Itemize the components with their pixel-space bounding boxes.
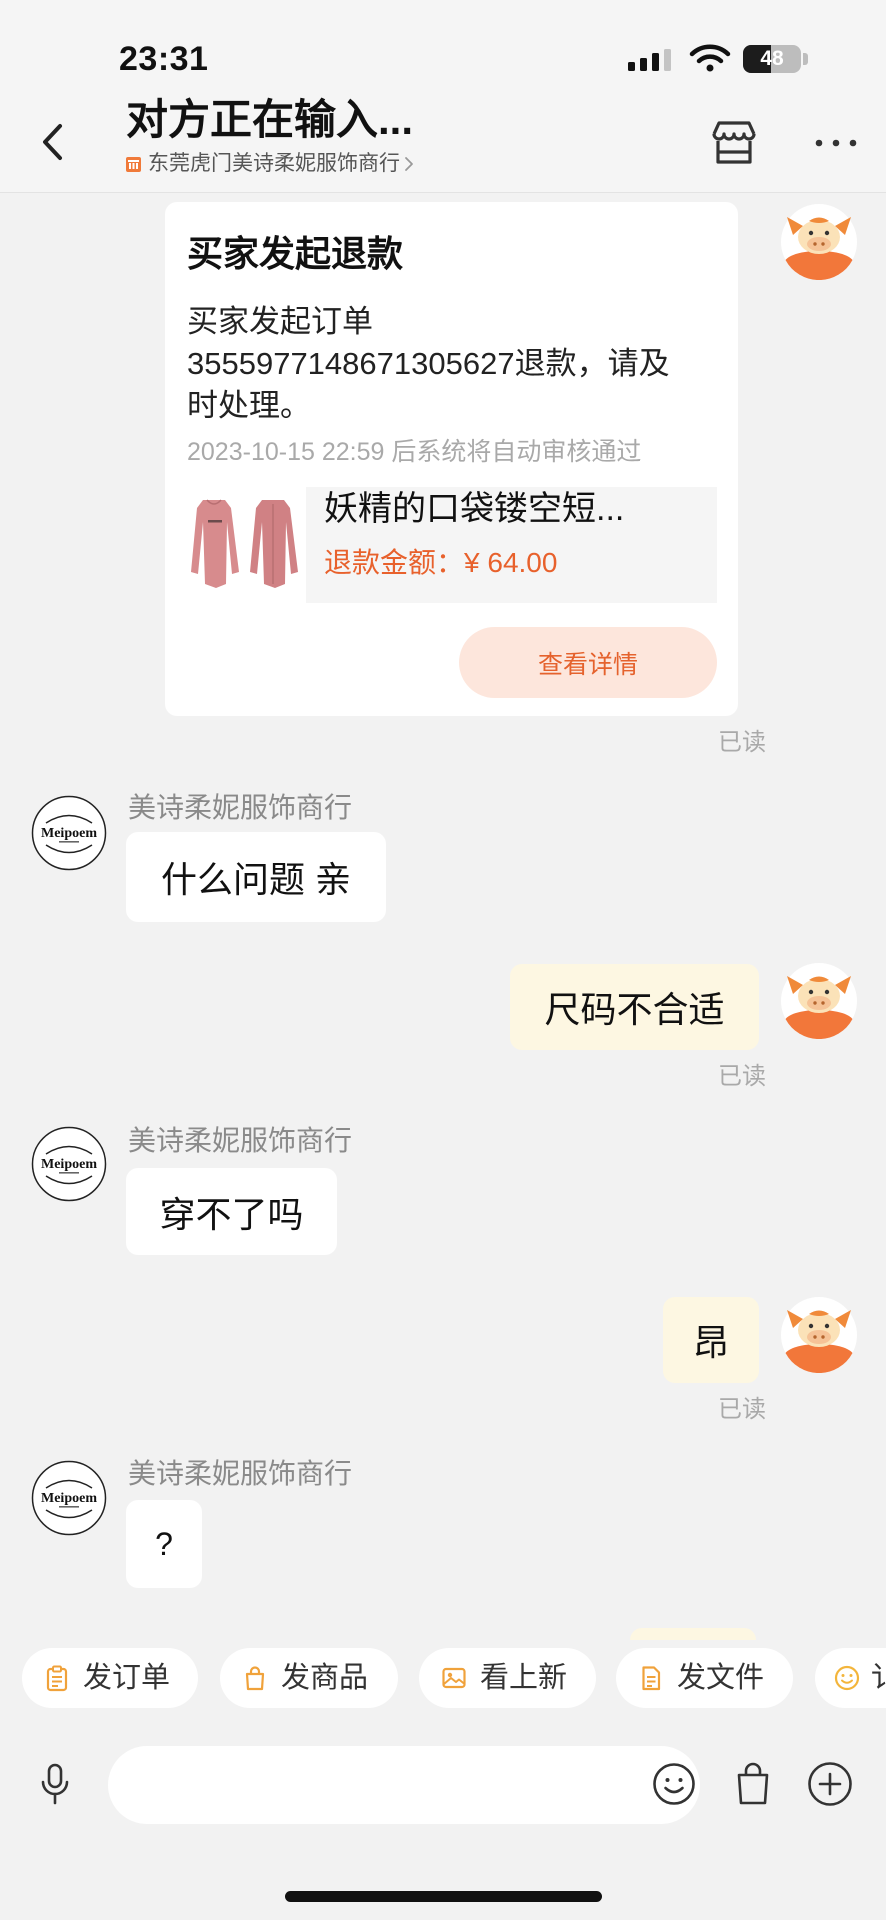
- refund-request-card[interactable]: 买家发起退款 买家发起订单 3555977148671305627退款，请及 时…: [165, 202, 738, 716]
- refund-card-body-line: 3555977148671305627退款，请及: [187, 346, 670, 381]
- send-product-button[interactable]: 发商品: [220, 1648, 398, 1708]
- microphone-icon[interactable]: [37, 1762, 73, 1808]
- quick-action-label: 看上新: [480, 1662, 568, 1694]
- read-receipt: 已读: [718, 1396, 766, 1423]
- emoji-icon[interactable]: [652, 1762, 696, 1806]
- refund-amount: 退款金额：¥ 64.00: [324, 546, 557, 580]
- shopping-bag-icon: [245, 1666, 265, 1691]
- buyer-avatar[interactable]: [781, 963, 857, 1039]
- product-info: 妖精的口袋镂空短... 退款金额：¥ 64.00: [306, 487, 717, 603]
- chevron-right-icon: [405, 157, 413, 171]
- clipboard-icon: [46, 1665, 68, 1692]
- incoming-message-bubble[interactable]: ?: [126, 1500, 202, 1588]
- sender-name: 美诗柔妮服饰商行: [128, 1125, 353, 1156]
- plus-circle-icon[interactable]: [807, 1761, 853, 1807]
- product-title: 妖精的口袋镂空短...: [324, 490, 625, 528]
- seller-logo-text: Meipoem: [41, 1491, 97, 1506]
- shopping-bag-icon[interactable]: [733, 1760, 773, 1806]
- wifi-icon: [689, 44, 731, 72]
- view-details-button[interactable]: 查看详情: [459, 627, 717, 698]
- battery-icon: 48: [743, 45, 801, 73]
- more-quick-action-button[interactable]: 讠: [815, 1648, 886, 1708]
- refund-deadline: 2023-10-15 22:59 后系统将自动审核通过: [187, 438, 642, 466]
- image-icon: [442, 1667, 466, 1689]
- more-dots-icon[interactable]: [815, 138, 857, 148]
- refund-amount-value: ¥ 64.00: [464, 547, 558, 578]
- product-thumbnail: [186, 490, 303, 600]
- seller-avatar[interactable]: Meipoem: [31, 1460, 107, 1536]
- seller-logo-text: Meipoem: [41, 1157, 97, 1172]
- refund-product[interactable]: 妖精的口袋镂空短... 退款金额：¥ 64.00: [184, 487, 717, 603]
- seller-avatar[interactable]: Meipoem: [31, 1126, 107, 1202]
- refund-card-body-line: 时处理。: [187, 388, 311, 423]
- chevron-left-icon[interactable]: [40, 122, 66, 162]
- send-order-button[interactable]: 发订单: [22, 1648, 198, 1708]
- incoming-message-bubble[interactable]: 穿不了吗: [126, 1168, 337, 1255]
- quick-action-label: 发商品: [281, 1662, 369, 1694]
- seller-avatar[interactable]: Meipoem: [31, 795, 107, 871]
- sender-name: 美诗柔妮服饰商行: [128, 792, 353, 823]
- refund-card-body: 买家发起订单 3555977148671305627退款，请及 时处理。: [187, 301, 732, 427]
- read-receipt: 已读: [718, 1063, 766, 1090]
- quick-action-label: 发文件: [677, 1662, 765, 1694]
- smiley-icon: [834, 1665, 860, 1691]
- page-title: 对方正在输入...: [126, 96, 414, 143]
- outgoing-message-bubble[interactable]: 昂: [663, 1297, 759, 1383]
- refund-card-body-line: 买家发起订单: [187, 304, 373, 339]
- home-indicator[interactable]: [285, 1891, 602, 1902]
- battery-nub: [803, 53, 808, 65]
- store-icon[interactable]: [710, 119, 758, 166]
- buyer-avatar[interactable]: [781, 204, 857, 280]
- document-icon: [642, 1666, 661, 1691]
- view-new-arrivals-button[interactable]: 看上新: [419, 1648, 596, 1708]
- status-time: 23:31: [119, 40, 209, 78]
- buyer-avatar[interactable]: [781, 1297, 857, 1373]
- quick-actions-bar: 发订单 发商品 看上新 发文件 讠: [0, 1640, 886, 1720]
- sender-name: 美诗柔妮服饰商行: [128, 1458, 353, 1489]
- shop-badge-icon: [126, 157, 141, 172]
- message-input[interactable]: [108, 1746, 700, 1824]
- incoming-message-bubble[interactable]: 什么问题 亲: [126, 832, 386, 922]
- read-receipt: 已读: [718, 729, 766, 756]
- battery-percent: 48: [760, 47, 784, 70]
- quick-action-label: 讠: [871, 1662, 886, 1694]
- outgoing-message-bubble[interactable]: 尺码不合适: [510, 964, 759, 1050]
- send-file-button[interactable]: 发文件: [616, 1648, 793, 1708]
- quick-action-label: 发订单: [83, 1662, 171, 1694]
- shop-name-link[interactable]: 东莞虎门美诗柔妮服饰商行: [148, 151, 400, 177]
- seller-logo-text: Meipoem: [41, 826, 97, 841]
- refund-amount-label: 退款金额：: [324, 547, 465, 578]
- refund-card-title: 买家发起退款: [187, 233, 404, 274]
- cellular-signal-icon: [628, 49, 671, 71]
